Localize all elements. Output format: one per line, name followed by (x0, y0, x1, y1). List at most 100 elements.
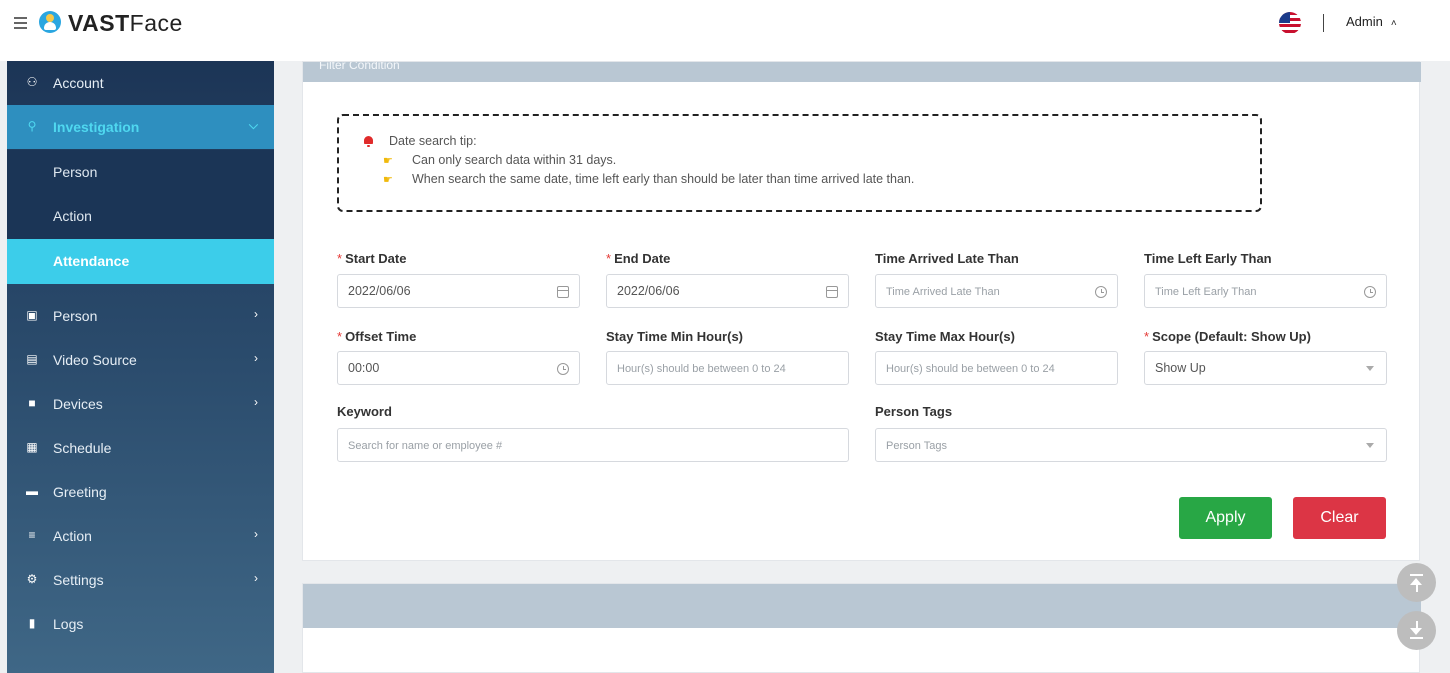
sidebar-item-person[interactable]: ▣ Person › (7, 294, 274, 338)
tip-item: Can only search data within 31 days. (412, 153, 617, 167)
brand-name: VAST (68, 10, 130, 36)
scroll-to-top-button[interactable] (1397, 563, 1436, 602)
sidebar-item-video-source[interactable]: ▤ Video Source › (7, 338, 274, 382)
stay-time-min-input[interactable] (607, 352, 848, 384)
bell-icon (363, 136, 374, 147)
time-left-early-label: Time Left Early Than (1144, 251, 1272, 266)
subitem-attendance[interactable]: Attendance (7, 239, 274, 284)
sidebar-item-label: Action (53, 528, 92, 544)
end-date-picker[interactable] (606, 274, 849, 308)
results-panel-header (303, 584, 1421, 628)
subitem-person[interactable]: Person (7, 150, 274, 194)
pointing-hand-icon: ☛ (383, 155, 393, 167)
arrow-stem (1415, 584, 1418, 592)
time-left-early-picker[interactable] (1144, 274, 1387, 308)
sidebar-item-account[interactable]: ⚇ Account (7, 61, 274, 105)
scope-select[interactable] (1144, 351, 1387, 385)
scope-select-value[interactable] (1145, 352, 1386, 384)
time-left-early-input[interactable] (1145, 275, 1386, 307)
chat-icon: ▬ (26, 484, 38, 498)
required-asterisk: * (1144, 329, 1150, 344)
end-date-input[interactable] (607, 275, 848, 307)
calendar-icon (557, 286, 569, 298)
sidebar-item-label: Devices (53, 396, 103, 412)
label-text: Stay Time Max Hour(s) (875, 329, 1015, 344)
user-menu[interactable]: Admin ˄ (1346, 14, 1397, 29)
chevron-down-icon: ⌵ (248, 118, 258, 132)
required-asterisk: * (337, 329, 343, 344)
stay-time-min-field[interactable] (606, 351, 849, 385)
sidebar-item-settings[interactable]: ⚙ Settings › (7, 558, 274, 602)
apply-button[interactable]: Apply (1179, 497, 1272, 539)
clock-icon (557, 363, 569, 375)
clipboard-icon: ▮ (28, 616, 36, 630)
scope-label: * Scope (Default: Show Up) (1144, 329, 1311, 344)
sidebar-item-greeting[interactable]: ▬ Greeting (7, 470, 274, 514)
sidebar-item-label: Person (53, 308, 98, 324)
camera-icon: ■ (28, 396, 36, 410)
offset-time-picker[interactable] (337, 351, 580, 385)
sidebar-item-investigation[interactable]: ⚲ Investigation ⌵ (7, 105, 274, 149)
clear-button[interactable]: Clear (1293, 497, 1386, 539)
keyword-field[interactable] (337, 428, 849, 462)
start-date-picker[interactable] (337, 274, 580, 308)
us-flag-icon[interactable] (1279, 12, 1301, 34)
end-date-label: * End Date (606, 251, 670, 266)
label-text: Offset Time (345, 329, 417, 344)
sidebar: ⚇ Account ⚲ Investigation ⌵ Person Actio… (7, 61, 274, 673)
stay-time-max-field[interactable] (875, 351, 1118, 385)
divider (1323, 14, 1324, 32)
person-tags-input[interactable] (876, 429, 1386, 461)
results-panel (302, 583, 1421, 673)
start-date-input[interactable] (338, 275, 579, 307)
filter-panel-header[interactable]: Filter Condition (303, 62, 1421, 82)
scroll-bottom-icon (1410, 637, 1423, 639)
sidebar-item-label: Schedule (53, 440, 112, 456)
time-arrived-late-picker[interactable] (875, 274, 1118, 308)
chevron-right-icon: › (254, 351, 258, 365)
offset-time-label: * Offset Time (337, 329, 416, 344)
dropdown-arrow-icon (1366, 366, 1374, 371)
label-text: Scope (Default: Show Up) (1152, 329, 1311, 344)
calendar-icon (826, 286, 838, 298)
brand-logo: VASTFace (68, 10, 183, 37)
sidebar-item-label: Settings (53, 572, 104, 588)
required-asterisk: * (606, 251, 612, 266)
keyword-input[interactable] (338, 429, 848, 461)
gears-icon: ⚙ (26, 572, 38, 586)
label-text: Stay Time Min Hour(s) (606, 329, 744, 344)
clock-icon (1095, 286, 1107, 298)
sidebar-item-label: Investigation (53, 119, 140, 135)
sidebar-item-devices[interactable]: ■ Devices › (7, 382, 274, 426)
investigation-submenu: Person Action Attendance (7, 150, 274, 284)
list-icon: ≡ (28, 528, 36, 542)
tip-item: When search the same date, time left ear… (412, 172, 915, 186)
label-text: End Date (614, 251, 671, 266)
subitem-action[interactable]: Action (7, 194, 274, 238)
video-source-icon: ▤ (26, 352, 38, 366)
offset-time-input[interactable] (338, 352, 579, 384)
menu-toggle-icon[interactable] (14, 17, 27, 29)
id-card-icon: ▣ (26, 308, 38, 322)
filter-panel: Filter Condition Date search tip: ☛ Can … (302, 61, 1421, 561)
label-text: Time Left Early Than (1144, 251, 1272, 266)
dropdown-arrow-icon (1366, 443, 1374, 448)
sidebar-item-logs[interactable]: ▮ Logs (7, 602, 274, 646)
scroll-to-bottom-button[interactable] (1397, 611, 1436, 650)
subitem-label: Attendance (53, 253, 130, 269)
top-bar: VASTFace Admin ˄ (0, 0, 1450, 61)
label-text: Keyword (337, 404, 392, 419)
person-tags-select[interactable] (875, 428, 1387, 462)
sidebar-item-schedule[interactable]: ▦ Schedule (7, 426, 274, 470)
scroll-top-icon (1410, 574, 1423, 576)
tip-title: Date search tip: (389, 134, 477, 148)
time-arrived-late-input[interactable] (876, 275, 1117, 307)
label-text: Person Tags (875, 404, 953, 419)
chevron-right-icon: › (254, 307, 258, 321)
stay-time-max-input[interactable] (876, 352, 1117, 384)
time-arrived-late-label: Time Arrived Late Than (875, 251, 1019, 266)
sidebar-item-label: Account (53, 75, 104, 91)
calendar-icon: ▦ (26, 440, 38, 454)
sidebar-item-action[interactable]: ≡ Action › (7, 514, 274, 558)
sidebar-item-label: Logs (53, 616, 84, 632)
